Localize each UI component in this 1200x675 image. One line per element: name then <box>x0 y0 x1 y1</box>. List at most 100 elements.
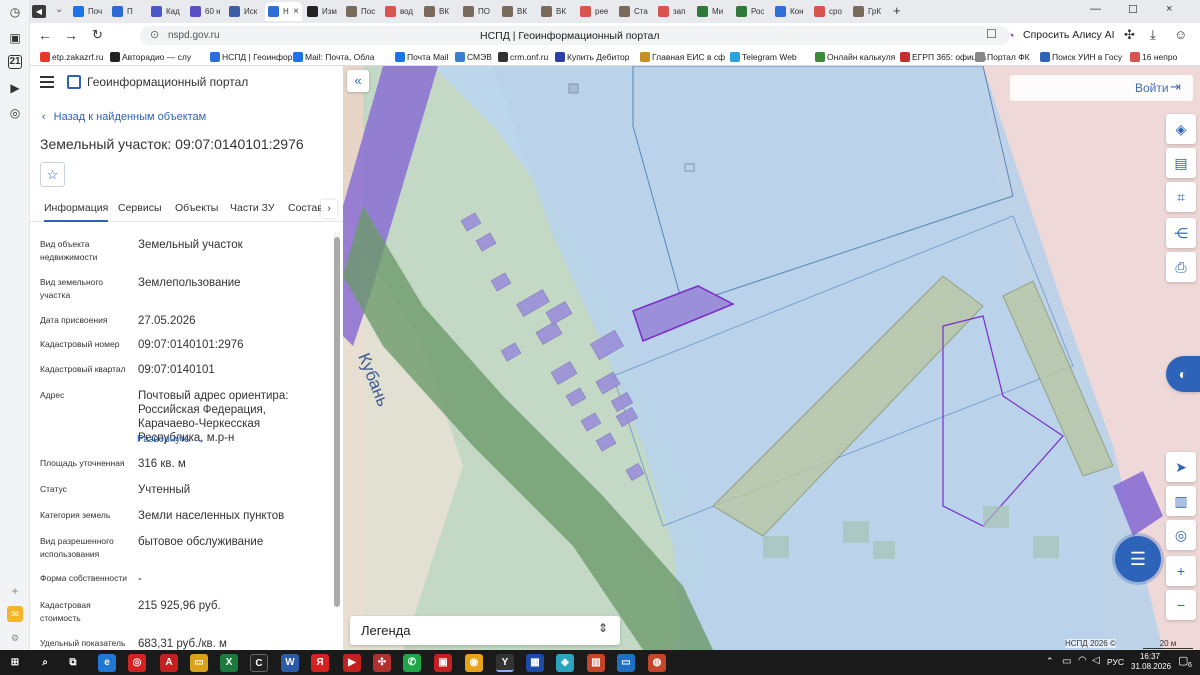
zoom-in-button[interactable]: + <box>1166 556 1196 586</box>
browser-tab[interactable]: ГрК <box>850 2 887 21</box>
forward-arrow-icon[interactable]: → <box>64 27 78 43</box>
navigate-button[interactable]: ➤ <box>1166 452 1196 482</box>
bookmark-item[interactable]: crm.onf.ru <box>498 50 548 64</box>
browser-tab[interactable]: зап <box>655 2 692 21</box>
bookmark-item[interactable]: Купить Дебитор <box>555 50 630 64</box>
bookmark-item[interactable]: СМЭВ <box>455 50 492 64</box>
layers-button[interactable]: ◈ <box>1166 114 1196 144</box>
edge-icon[interactable]: e <box>98 654 116 672</box>
bookmark-item[interactable]: Портал ФК <box>975 50 1030 64</box>
language-indicator[interactable]: РУС <box>1107 657 1124 667</box>
net-icon[interactable]: ◈ <box>556 654 574 672</box>
tabs-scroll-right-icon[interactable]: › <box>321 200 337 218</box>
chat-assistant-button[interactable]: ◐ <box>1166 356 1200 392</box>
map-view[interactable]: Кубань « Войти ⇥ ◈ ▤ ⌗ ⋲ ⎙ ◐ ➤ ▥ ◎ + − ☰… <box>343 66 1200 650</box>
history-icon[interactable]: ◷ <box>7 4 23 20</box>
menu-icon[interactable] <box>40 76 54 88</box>
browser-tab[interactable]: Кон <box>772 2 809 21</box>
network-icon[interactable]: ▭ <box>1062 656 1071 667</box>
browser-tab[interactable]: сро <box>811 2 848 21</box>
volume-icon[interactable]: ◁ <box>1092 655 1100 666</box>
extensions-icon[interactable]: ✣ <box>1124 27 1135 43</box>
favorite-star-icon[interactable]: ☆ <box>40 162 65 187</box>
yandex-icon[interactable]: Я <box>311 654 329 672</box>
tab-objects[interactable]: Объекты <box>175 202 218 220</box>
site-info-icon[interactable]: ⊙ <box>150 28 159 41</box>
share-button[interactable]: ⋲ <box>1166 218 1196 248</box>
bookmark-item[interactable]: Почта Mail <box>395 50 449 64</box>
tab-parts[interactable]: Части ЗУ <box>230 202 275 220</box>
locate-button[interactable]: ◎ <box>1166 520 1196 550</box>
new-tab-icon[interactable]: + <box>893 3 901 18</box>
misc-app-icon[interactable]: ◍ <box>648 654 666 672</box>
close-tab-icon[interactable]: × <box>293 2 299 21</box>
tray-chevron-icon[interactable]: ⌃ <box>1046 656 1054 667</box>
browser-tab[interactable]: Кад <box>148 2 185 21</box>
browser-tab[interactable]: ВК <box>421 2 458 21</box>
bookmark-item[interactable]: 16 непро <box>1130 50 1177 64</box>
word-icon[interactable]: W <box>281 654 299 672</box>
chrome-icon[interactable]: ◉ <box>465 654 483 672</box>
login-bar[interactable]: Войти ⇥ <box>1010 75 1193 101</box>
task-view-icon[interactable]: ⧉ <box>64 654 82 672</box>
media-icon[interactable]: ▣ <box>434 654 452 672</box>
browser-tab[interactable]: Иск <box>226 2 263 21</box>
yandex-browser-icon[interactable]: Y <box>496 654 514 672</box>
bookmark-item[interactable]: Mail: Почта, Обла <box>293 50 374 64</box>
select-area-button[interactable]: ⌗ <box>1166 182 1196 212</box>
minimize-icon[interactable]: — <box>1090 3 1101 15</box>
zoom-out-button[interactable]: − <box>1166 590 1196 620</box>
mail-icon[interactable]: ✉ <box>7 606 23 622</box>
bookmark-item[interactable]: Онлайн калькуля <box>815 50 895 64</box>
tab-list-chevron-icon[interactable]: ⌄ <box>55 4 63 15</box>
ruler-button[interactable]: ▤ <box>1166 148 1196 178</box>
browser-tab[interactable]: Изм <box>304 2 341 21</box>
url-field[interactable]: ⊙ nspd.gov.ru НСПД | Геоинформационный п… <box>140 26 1010 45</box>
browser-tab[interactable]: Ми <box>694 2 731 21</box>
print-button[interactable]: ⎙ <box>1166 252 1196 282</box>
profile-icon[interactable]: ☺ <box>1174 27 1187 42</box>
back-link[interactable]: ‹ Назад к найденным объектам <box>42 111 206 123</box>
browser-tab[interactable]: вод <box>382 2 419 21</box>
alice-button[interactable]: ◔ Спросить Алису AI <box>1005 27 1130 44</box>
play-icon[interactable]: ▶ <box>7 80 23 96</box>
tab-composition[interactable]: Состав <box>288 202 323 220</box>
close-window-icon[interactable]: × <box>1166 3 1172 15</box>
bookmark-item[interactable]: Telegram Web <box>730 50 797 64</box>
bookmark-item[interactable]: Авторадио — слу <box>110 50 191 64</box>
panel-scrollbar-thumb[interactable] <box>334 237 340 607</box>
video-icon[interactable]: ▶ <box>343 654 361 672</box>
whatsapp-icon[interactable]: ✆ <box>403 654 421 672</box>
back-arrow-icon[interactable]: ← <box>38 27 52 43</box>
browser-tab[interactable]: Ста <box>616 2 653 21</box>
collapse-panel-button[interactable]: « <box>347 70 369 92</box>
tab-sound-icon[interactable]: ◀ <box>32 5 46 18</box>
pdf-icon[interactable]: A <box>160 654 178 672</box>
app-icon[interactable]: C <box>250 654 268 672</box>
save-icon[interactable]: ▦ <box>526 654 544 672</box>
browser-tab[interactable]: ВК <box>538 2 575 21</box>
tab-services[interactable]: Сервисы <box>118 202 162 220</box>
bookmark-item[interactable]: etp.zakazrf.ru <box>40 50 104 64</box>
browser-tab[interactable]: ВК <box>499 2 536 21</box>
browser-tab[interactable]: 60 н <box>187 2 224 21</box>
minimap-button[interactable]: ▥ <box>1166 486 1196 516</box>
browser-tab[interactable]: Рос <box>733 2 770 21</box>
yandex-app-icon[interactable]: ◎ <box>128 654 146 672</box>
calendar-icon[interactable]: 21 <box>8 55 22 69</box>
folder-icon[interactable]: ▭ <box>190 654 208 672</box>
browser-tab[interactable]: П <box>109 2 146 21</box>
bookmark-item[interactable]: ЕГРП 365: официа <box>900 50 986 64</box>
winrar-icon[interactable]: ▥ <box>587 654 605 672</box>
window-icon[interactable]: ▭ <box>617 654 635 672</box>
bookmark-item[interactable]: Главная ЕИС в сф <box>640 50 725 64</box>
browser-tab[interactable]: Н × <box>265 2 302 21</box>
notifications-icon[interactable]: ▢ <box>1178 654 1188 667</box>
browser-tab[interactable]: Поч <box>70 2 107 21</box>
legend-dropdown[interactable]: Легенда ⇕ <box>350 616 620 645</box>
clock[interactable]: 16:37 31.08.2026 <box>1131 652 1171 672</box>
browser-tab[interactable]: Пос <box>343 2 380 21</box>
settings-icon[interactable]: ⚙ <box>7 630 23 646</box>
bookmark-item[interactable]: НСПД | Геоинфор <box>210 50 292 64</box>
bookmark-item[interactable]: Поиск УИН в Госу <box>1040 50 1122 64</box>
